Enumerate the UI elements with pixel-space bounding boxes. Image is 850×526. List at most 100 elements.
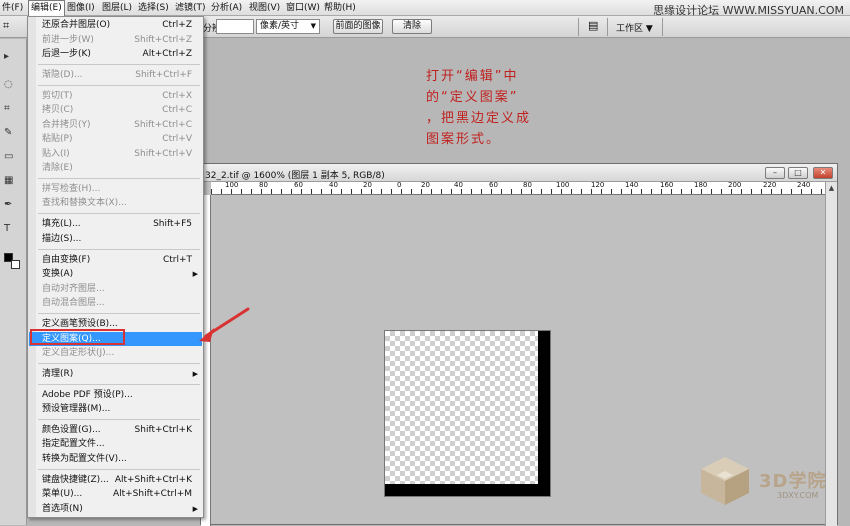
menu-item-label: 首选项(N)	[42, 504, 83, 514]
cube-logo-icon	[701, 457, 749, 505]
menu-divider	[38, 64, 200, 65]
background-color-swatch[interactable]	[11, 260, 20, 269]
close-button[interactable]: ✕	[813, 167, 833, 179]
menu-item-paste-into[interactable]: 贴入(I) Shift+Ctrl+V	[29, 147, 202, 161]
edit-menu-dropdown: 还原合并图层(O) Ctrl+Z 前进一步(W) Shift+Ctrl+Z 后退…	[27, 16, 204, 518]
ruler-label: 40	[454, 182, 463, 189]
menu-item-shortcut: Shift+Ctrl+V	[134, 149, 192, 159]
menu-file[interactable]: 件(F)	[0, 0, 25, 16]
menu-item-copy-merged[interactable]: 合并拷贝(Y) Shift+Ctrl+C	[29, 118, 202, 132]
menu-item-label: 变换(A)	[42, 269, 74, 279]
menu-item-label: 前进一步(W)	[42, 35, 94, 45]
menu-item-spell-check[interactable]: 拼写检查(H)...	[29, 182, 202, 196]
menu-item-auto-align[interactable]: 自动对齐图层...	[29, 282, 202, 296]
menu-divider	[38, 419, 200, 420]
crop-tool-icon[interactable]: ⌗	[4, 103, 10, 114]
menu-item-undo[interactable]: 还原合并图层(O) Ctrl+Z	[29, 18, 202, 32]
site-logo: 3D学院 3DXY.COM	[697, 453, 847, 513]
clear-button[interactable]: 清除	[392, 19, 432, 34]
resolution-input[interactable]	[216, 19, 254, 34]
menu-item-find-replace[interactable]: 查找和替换文本(X)...	[29, 196, 202, 210]
ruler-label: 180	[694, 182, 708, 189]
menu-item-clear[interactable]: 清除(E)	[29, 161, 202, 175]
menu-item-label: 贴入(I)	[42, 149, 70, 159]
ruler-label: 140	[625, 182, 639, 189]
gradient-tool-icon[interactable]: ▦	[4, 175, 13, 186]
ruler-label: 60	[294, 182, 303, 189]
menu-analysis[interactable]: 分析(A)	[209, 0, 244, 16]
image-canvas[interactable]	[384, 330, 551, 497]
ruler-label: 220	[763, 182, 777, 189]
menu-item-stroke[interactable]: 描边(S)...	[29, 232, 202, 246]
menu-image[interactable]: 图像(I)	[65, 0, 97, 16]
logo-brand-text: 3D学院	[759, 471, 827, 492]
menu-item-shortcut: Shift+Ctrl+F	[135, 70, 192, 80]
submenu-arrow-icon: ▶	[192, 505, 198, 513]
menu-item-transform[interactable]: 变换(A) ▶	[29, 267, 202, 281]
type-tool-icon[interactable]: T	[4, 223, 10, 234]
brush-tool-icon[interactable]: ✎	[4, 127, 12, 138]
menu-item-free-transform[interactable]: 自由变换(F) Ctrl+T	[29, 253, 202, 267]
menu-item-keyboard-shortcuts[interactable]: 键盘快捷键(Z)... Alt+Shift+Ctrl+K	[29, 473, 202, 487]
minimize-button[interactable]: –	[765, 167, 785, 179]
menu-item-cut[interactable]: 剪切(T) Ctrl+X	[29, 89, 202, 103]
ruler-label: 40	[329, 182, 338, 189]
menu-item-color-settings[interactable]: 颜色设置(G)... Shift+Ctrl+K	[29, 423, 202, 437]
menu-item-step-forward[interactable]: 前进一步(W) Shift+Ctrl+Z	[29, 33, 202, 47]
menu-divider	[38, 213, 200, 214]
menu-item-label: 菜单(U)...	[42, 489, 83, 499]
menu-item-step-backward[interactable]: 后退一步(K) Alt+Ctrl+Z	[29, 47, 202, 61]
ruler-label: 20	[421, 182, 430, 189]
menu-view[interactable]: 视图(V)	[247, 0, 282, 16]
lasso-tool-icon[interactable]: ◌	[4, 79, 13, 90]
eraser-tool-icon[interactable]: ▭	[4, 151, 13, 162]
menu-item-auto-blend[interactable]: 自动混合图层...	[29, 296, 202, 310]
black-border-bottom	[385, 484, 550, 496]
front-image-button[interactable]: 前面的图像	[333, 19, 383, 34]
menu-layer[interactable]: 图层(L)	[100, 0, 134, 16]
workspace-menu[interactable]: 工作区 ▼	[616, 21, 653, 34]
menu-divider	[38, 178, 200, 179]
menu-item-preferences[interactable]: 首选项(N) ▶	[29, 502, 202, 516]
menu-item-label: 键盘快捷键(Z)...	[42, 475, 109, 485]
menu-item-pdf-presets[interactable]: Adobe PDF 预设(P)...	[29, 388, 202, 402]
menu-item-copy[interactable]: 拷贝(C) Ctrl+C	[29, 103, 202, 117]
menu-item-assign-profile[interactable]: 指定配置文件...	[29, 437, 202, 451]
menu-divider	[38, 363, 200, 364]
document-titlebar[interactable]: 32_2.tif @ 1600% (图层 1 副本 5, RGB/8) – □ …	[201, 164, 837, 182]
menu-item-menus[interactable]: 菜单(U)... Alt+Shift+Ctrl+M	[29, 487, 202, 501]
menu-item-purge[interactable]: 清理(R) ▶	[29, 367, 202, 381]
menu-filter[interactable]: 滤镜(T)	[173, 0, 208, 16]
menu-item-label: 描边(S)...	[42, 234, 82, 244]
menu-item-fill[interactable]: 填充(L)... Shift+F5	[29, 217, 202, 231]
menu-window[interactable]: 窗口(W)	[284, 0, 322, 16]
annotation-line: 图案形式。	[426, 132, 502, 147]
maximize-button[interactable]: □	[788, 167, 808, 179]
document-title: 32_2.tif @ 1600% (图层 1 副本 5, RGB/8)	[205, 171, 385, 181]
menu-item-label: 渐隐(D)...	[42, 70, 83, 80]
ruler-label: 80	[523, 182, 532, 189]
menu-item-fade[interactable]: 渐隐(D)... Shift+Ctrl+F	[29, 68, 202, 82]
menu-item-shortcut: Alt+Ctrl+Z	[142, 49, 192, 59]
separator	[607, 18, 608, 36]
pen-tool-icon[interactable]: ✒	[4, 199, 12, 210]
menu-item-label: 自动对齐图层...	[42, 284, 105, 294]
menu-item-shortcut: Ctrl+T	[162, 255, 192, 265]
palette-well-icon[interactable]: ▤	[588, 19, 598, 32]
menu-item-convert-profile[interactable]: 转换为配置文件(V)...	[29, 452, 202, 466]
menu-item-shortcut: Shift+Ctrl+K	[134, 425, 192, 435]
menu-edit[interactable]: 编辑(E)	[28, 0, 65, 16]
menu-help[interactable]: 帮助(H)	[322, 0, 358, 16]
ruler-label: 0	[397, 182, 402, 189]
scroll-up-icon[interactable]: ▲	[826, 182, 837, 194]
menu-item-paste[interactable]: 粘贴(P) Ctrl+V	[29, 132, 202, 146]
menu-item-preset-manager[interactable]: 预设管理器(M)...	[29, 402, 202, 416]
move-tool-icon[interactable]: ▸	[4, 51, 9, 62]
menu-item-label: 拷贝(C)	[42, 105, 74, 115]
menu-item-define-shape[interactable]: 定义自定形状(J)...	[29, 346, 202, 360]
unit-select[interactable]: 像素/英寸 ▼	[256, 19, 320, 34]
ruler-label: 100	[556, 182, 570, 189]
submenu-arrow-icon: ▶	[192, 370, 198, 378]
menu-select[interactable]: 选择(S)	[136, 0, 171, 16]
crop-tool-icon[interactable]: ⌗	[3, 19, 9, 33]
